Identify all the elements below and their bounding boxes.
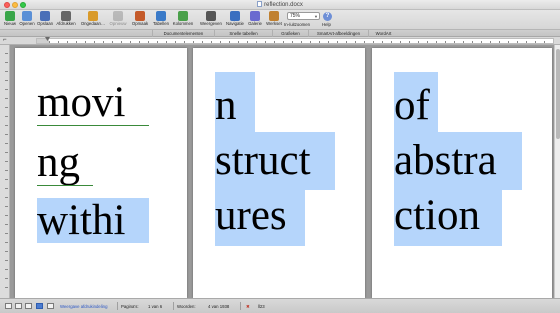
tab-charts[interactable]: Grafieken [272, 30, 308, 37]
divider [117, 302, 118, 310]
pilcrow-icon [206, 11, 216, 21]
columns-icon [178, 11, 188, 21]
spelling-underline [37, 124, 149, 126]
gallery-icon [250, 11, 260, 21]
selected-text-line: of [394, 72, 438, 132]
print-button[interactable]: Afdrukken [55, 11, 77, 29]
window-title: reflection.docx [0, 1, 560, 9]
selected-text-line: ction [394, 190, 502, 246]
toolbox-button[interactable]: Werkset [264, 11, 284, 29]
focus-view-button[interactable] [47, 303, 54, 309]
view-label: Weergave afdrukindeling [60, 304, 108, 309]
format-button[interactable]: Opmaak [130, 11, 150, 29]
zoom-select[interactable]: 75% ▼ [287, 12, 320, 20]
tab-stop-icon[interactable]: ⌐ [3, 37, 7, 44]
tab-document-elements[interactable]: Documentelementen [152, 30, 214, 37]
selected-text-line: abstra [394, 132, 522, 190]
page-3[interactable]: of abstra ction [372, 48, 552, 298]
help-label: Help [322, 22, 331, 27]
selected-text-line: n [215, 72, 255, 132]
outline-view-button[interactable] [15, 303, 22, 309]
new-document-icon [5, 11, 15, 21]
words-label: Woorden: [177, 304, 196, 309]
vertical-scrollbar[interactable] [554, 45, 560, 298]
gallery-button[interactable]: Galerie [246, 11, 264, 29]
redo-icon [113, 11, 123, 21]
horizontal-ruler-bar: ⌐ [0, 37, 560, 45]
publishing-view-button[interactable] [25, 303, 32, 309]
text-line: ng [37, 139, 80, 186]
pages-label: Pagina's: [121, 304, 139, 309]
standard-toolbar: Nieuw Openen Opslaan Afdrukken Ongedaan…… [0, 10, 560, 29]
ribbon-tabs: Documentelementen Snelle tabellen Grafie… [0, 29, 560, 37]
tab-wordart[interactable]: WordArt [368, 30, 398, 37]
selected-text-line: withi [37, 198, 149, 243]
open-folder-icon [22, 11, 32, 21]
format-brush-icon [135, 11, 145, 21]
navigation-button[interactable]: Navigatie [224, 11, 246, 29]
spelling-underline [37, 184, 93, 186]
draft-view-button[interactable] [5, 303, 12, 309]
undo-icon [88, 11, 98, 21]
print-icon [61, 11, 71, 21]
divider [240, 302, 241, 310]
navigation-icon [230, 11, 240, 21]
chevron-down-icon: ▼ [314, 14, 318, 19]
ruler-ticks [49, 39, 553, 43]
toolbox-icon [269, 11, 279, 21]
words-value[interactable]: 4 van 1938 [208, 304, 229, 310]
print-layout-view-button[interactable] [36, 303, 43, 309]
tables-button[interactable]: Tabellen [151, 11, 171, 29]
zoom-label: In-/uitzoomen [284, 22, 311, 27]
tab-smartart[interactable]: SmartArt-afbeeldingen [308, 30, 368, 37]
save-icon [40, 11, 50, 21]
undo-button[interactable]: Ongedaan… [80, 11, 106, 29]
open-button[interactable]: Openen [18, 11, 36, 29]
columns-button[interactable]: Kolommen [172, 11, 194, 29]
vertical-ruler-ticks [5, 53, 8, 293]
save-button[interactable]: Opslaan [36, 11, 54, 29]
language-status[interactable]: ll23 [258, 304, 265, 310]
divider [173, 302, 174, 310]
spelling-check-icon[interactable]: ✖ [246, 304, 250, 310]
help-icon[interactable]: ? [323, 12, 332, 21]
text-line: movi [37, 79, 126, 126]
scrollbar-thumb[interactable] [556, 49, 560, 139]
redo-button[interactable]: Opnieuw [107, 11, 129, 29]
status-bar: Weergave afdrukindeling Pagina's: 1 van … [0, 298, 560, 313]
selected-text-line: struct [215, 132, 335, 190]
document-icon [257, 1, 263, 7]
horizontal-ruler[interactable] [36, 38, 554, 44]
table-icon [156, 11, 166, 21]
tab-quick-tables[interactable]: Snelle tabellen [214, 30, 272, 37]
selected-text-line: ures [215, 190, 305, 246]
title-bar: reflection.docx [0, 0, 560, 10]
page-2[interactable]: n struct ures [193, 48, 365, 298]
show-button[interactable]: Weergeven [199, 11, 223, 29]
page-1[interactable]: movi ng withi [15, 48, 187, 298]
vertical-ruler[interactable] [0, 45, 10, 298]
new-button[interactable]: Nieuw [2, 11, 18, 29]
pages-value[interactable]: 1 van 6 [148, 304, 162, 310]
